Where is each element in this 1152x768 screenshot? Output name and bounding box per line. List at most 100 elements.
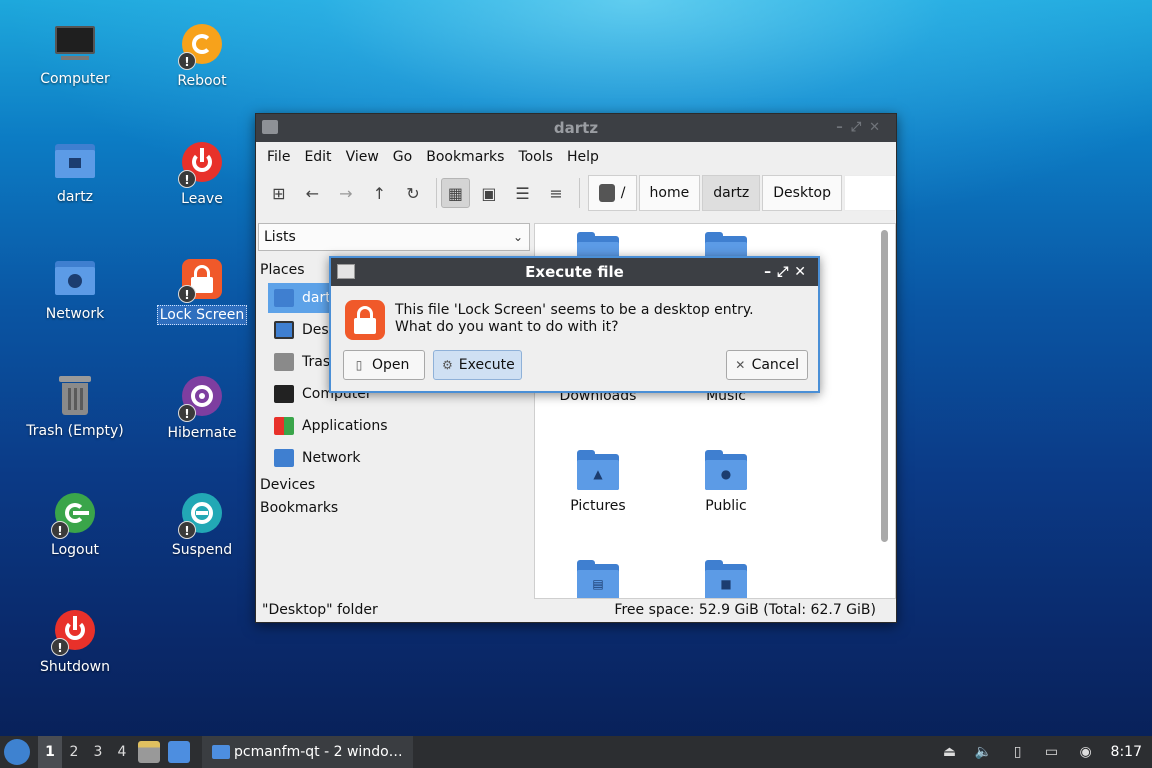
workspace-3[interactable]: 3	[86, 736, 110, 768]
folder-item-documents-2[interactable]: ▤	[543, 560, 653, 598]
open-button-label: Open	[372, 357, 410, 373]
folder-item-public[interactable]: ● Public	[671, 450, 781, 514]
notification-icon[interactable]: ◉	[1075, 742, 1097, 762]
bookmarks-header[interactable]: Bookmarks	[260, 500, 338, 516]
cancel-button-label: Cancel	[751, 357, 799, 373]
file-manager-launcher-icon[interactable]	[138, 741, 160, 763]
breadcrumb-home[interactable]: home	[638, 175, 701, 211]
open-button[interactable]: ▯ Open	[343, 350, 425, 380]
gear-icon: ⚙	[442, 358, 453, 372]
desktop-icon-logout[interactable]: ! Logout	[20, 491, 130, 559]
breadcrumb-label: /	[620, 185, 626, 201]
chevron-down-icon: ⌄	[512, 230, 523, 244]
desktop-icon-shutdown[interactable]: ! Shutdown	[20, 608, 130, 676]
dialog-message-line2: What do you want to do with it?	[395, 319, 619, 335]
desktop-icon-reboot[interactable]: ! Reboot	[147, 22, 257, 90]
sidebar-view-value: Lists	[264, 229, 296, 245]
dialog-title: Execute file	[525, 263, 624, 281]
desktop-icon-lock-screen[interactable]: ! Lock Screen	[147, 257, 257, 325]
file-manager-titlebar[interactable]: dartz –⤢✕	[256, 114, 896, 142]
desktop-icon-suspend[interactable]: ! Suspend	[147, 491, 257, 559]
sidebar-view-select[interactable]: Lists ⌄	[258, 223, 530, 251]
breadcrumb-desktop[interactable]: Desktop	[762, 175, 843, 211]
desktop-icon-network[interactable]: Network	[20, 257, 130, 323]
network-status-icon[interactable]: ▭	[1041, 742, 1063, 762]
menu-file[interactable]: File	[260, 142, 297, 172]
dialog-message-line1: This file 'Lock Screen' seems to be a de…	[395, 302, 754, 318]
desktop-icon	[274, 321, 294, 339]
dialog-titlebar[interactable]: Execute file –⤢✕	[331, 258, 818, 286]
trash-icon	[274, 353, 294, 371]
cancel-button[interactable]: ✕ Cancel	[726, 350, 808, 380]
warning-badge-icon: !	[51, 638, 69, 656]
compact-view-icon[interactable]: ☰	[508, 178, 538, 208]
vertical-scrollbar[interactable]	[881, 230, 888, 542]
icon-view-icon[interactable]: ▦	[440, 178, 471, 208]
desktop-icon-label: Reboot	[177, 73, 227, 89]
window-controls[interactable]: –⤢✕	[836, 114, 888, 142]
taskbar-task-pcmanfm[interactable]: pcmanfm-qt - 2 windo…	[202, 736, 413, 768]
dialog-message: This file 'Lock Screen' seems to be a de…	[395, 302, 754, 336]
menu-edit[interactable]: Edit	[297, 142, 338, 172]
workspace-1[interactable]: 1	[38, 736, 62, 768]
clock: 8:17	[1110, 744, 1142, 760]
folder-icon	[212, 745, 230, 759]
documents-folder-icon: ▤	[577, 560, 619, 598]
breadcrumb-dartz[interactable]: dartz	[702, 175, 761, 211]
reload-icon[interactable]: ↻	[398, 178, 428, 208]
warning-badge-icon: !	[51, 521, 69, 539]
desktop-icon-hibernate[interactable]: ! Hibernate	[147, 374, 257, 442]
show-desktop-icon[interactable]	[168, 741, 190, 763]
desktop-icon-label: Network	[45, 306, 105, 322]
suspend-icon: !	[178, 493, 224, 539]
eject-icon[interactable]: ⏏	[939, 742, 961, 762]
execute-file-dialog[interactable]: Execute file –⤢✕ This file 'Lock Screen'…	[329, 256, 820, 393]
detailed-list-icon[interactable]: ≡	[541, 178, 571, 208]
clipboard-icon[interactable]: ▯	[1007, 742, 1029, 762]
hibernate-icon: !	[178, 376, 224, 422]
desktop-icon-dartz[interactable]: dartz	[20, 140, 130, 206]
menu-tools[interactable]: Tools	[511, 142, 560, 172]
status-folder: "Desktop" folder	[262, 602, 378, 618]
window-title: dartz	[553, 119, 599, 137]
folder-item-videos[interactable]: ■	[671, 560, 781, 598]
trash-icon	[53, 374, 97, 418]
folder-item-pictures[interactable]: ▲ Pictures	[543, 450, 653, 514]
desktop-icon-label: Logout	[51, 542, 99, 558]
network-icon	[274, 449, 294, 467]
volume-icon[interactable]: 🔈	[973, 742, 995, 762]
network-folder-icon	[53, 257, 97, 301]
start-menu-icon[interactable]	[4, 739, 30, 765]
menu-help[interactable]: Help	[560, 142, 606, 172]
videos-folder-icon: ■	[705, 560, 747, 598]
menu-bookmarks[interactable]: Bookmarks	[419, 142, 511, 172]
desktop-icon-label: dartz	[56, 189, 94, 205]
desktop-icon-leave[interactable]: ! Leave	[147, 140, 257, 208]
desktop-icon-label: Trash (Empty)	[26, 423, 124, 439]
thumbnail-view-icon[interactable]: ▣	[474, 178, 504, 208]
desktop-icon-computer[interactable]: Computer	[20, 22, 130, 88]
execute-button-label: Execute	[458, 357, 515, 373]
monitor-icon	[274, 385, 294, 403]
power-icon: !	[178, 142, 224, 188]
home-folder-icon	[53, 140, 97, 184]
desktop-icon-label: Computer	[40, 71, 110, 87]
breadcrumb-root[interactable]: /	[587, 175, 637, 211]
sidebar-item-network[interactable]: Network	[268, 443, 530, 473]
desktop-icon-trash[interactable]: Trash (Empty)	[20, 374, 130, 440]
workspace-4[interactable]: 4	[110, 736, 134, 768]
new-tab-icon[interactable]: ⊞	[264, 178, 294, 208]
sidebar-item-applications[interactable]: Applications	[268, 411, 530, 441]
forward-arrow-icon[interactable]: →	[331, 178, 361, 208]
places-header: Places	[260, 262, 305, 278]
workspace-2[interactable]: 2	[62, 736, 86, 768]
devices-header[interactable]: Devices	[260, 477, 315, 493]
status-bar: "Desktop" folder Free space: 52.9 GiB (T…	[256, 598, 896, 622]
task-label: pcmanfm-qt - 2 windo…	[234, 744, 403, 760]
execute-button[interactable]: ⚙ Execute	[433, 350, 522, 380]
up-arrow-icon[interactable]: ↑	[365, 178, 395, 208]
menu-view[interactable]: View	[339, 142, 386, 172]
back-arrow-icon[interactable]: ←	[298, 178, 328, 208]
menu-go[interactable]: Go	[386, 142, 419, 172]
dialog-window-controls[interactable]: –⤢✕	[764, 258, 812, 286]
